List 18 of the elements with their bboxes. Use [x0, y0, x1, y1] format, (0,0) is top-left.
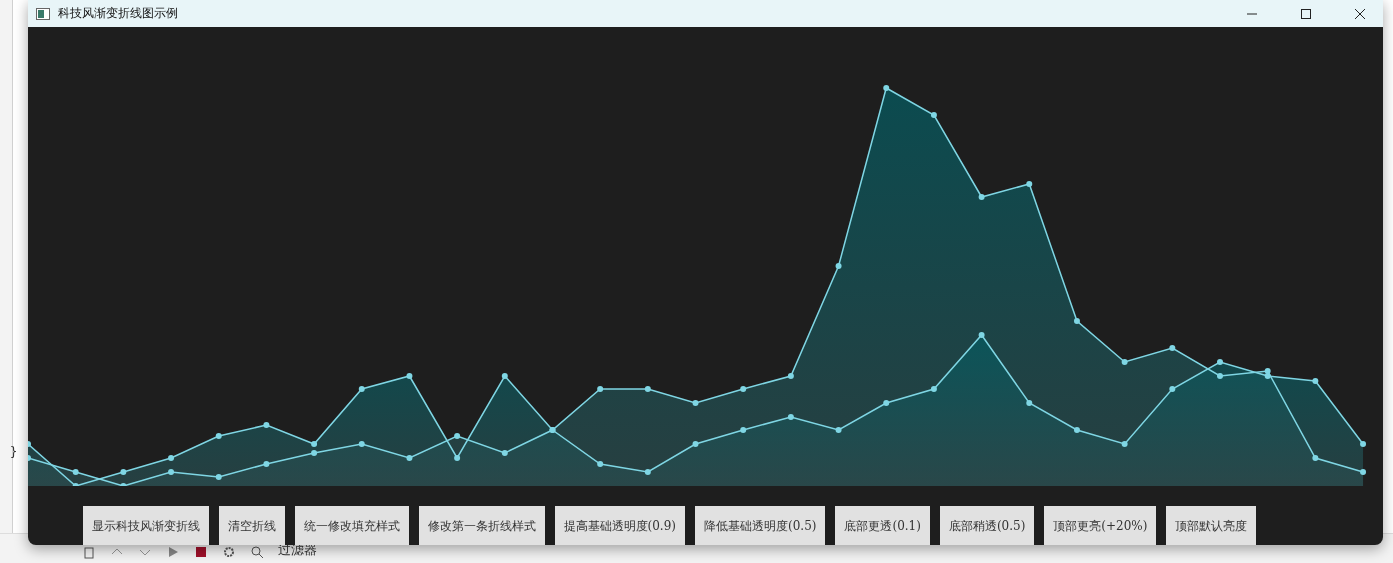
action-button[interactable]: 统一修改填充样式 [294, 506, 409, 545]
maximize-icon [1300, 7, 1312, 20]
action-button[interactable]: 底部更透(0.1) [835, 506, 930, 545]
trash-icon[interactable] [82, 545, 96, 559]
action-button[interactable]: 顶部更亮(+20%) [1044, 506, 1157, 545]
action-button[interactable]: 显示科技风渐变折线 [82, 506, 209, 545]
window-icon [36, 7, 50, 20]
code-text: } [10, 445, 18, 459]
window-title: 科技风渐变折线图示例 [58, 5, 179, 22]
action-button[interactable]: 底部稍透(0.5) [939, 506, 1035, 545]
action-button[interactable]: 修改第一条折线样式 [418, 506, 545, 545]
action-button[interactable]: 清空折线 [218, 506, 285, 545]
close-icon [1354, 7, 1366, 20]
action-button[interactable]: 提高基础透明度(0.9) [554, 506, 685, 545]
search-icon[interactable] [250, 545, 264, 559]
stop-icon[interactable] [194, 545, 208, 559]
action-button[interactable]: 顶部默认亮度 [1166, 506, 1257, 545]
action-button[interactable]: 降低基础透明度(0.5) [695, 506, 826, 545]
